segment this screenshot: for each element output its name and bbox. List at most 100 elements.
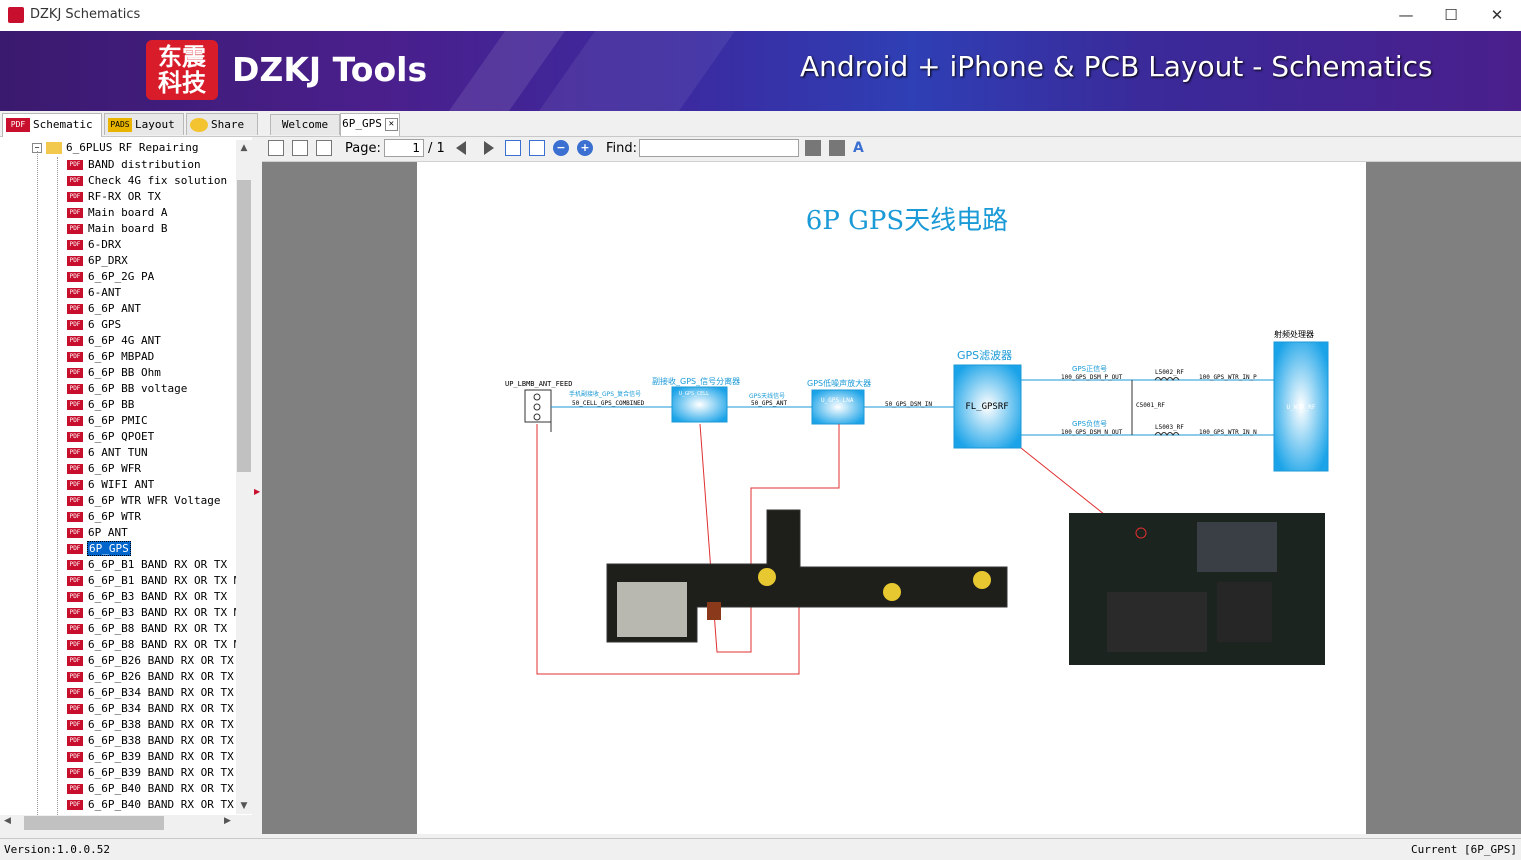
pdf-file-icon: PDF: [67, 256, 83, 266]
open-document-icon[interactable]: [268, 140, 284, 156]
tree-root-folder[interactable]: −6_6PLUS RF Repairing: [32, 141, 198, 154]
tree-item[interactable]: PDF 6_6P MBPAD: [67, 349, 155, 365]
inductor-top-label: L5002_RF: [1155, 369, 1184, 376]
tree-item[interactable]: PDF 6_6P_B39 BAND RX OR TX Ma: [67, 765, 252, 781]
document-viewer[interactable]: 6P GPS天线电路 UP_LBMB_ANT_FEED 副接收_GPS_信号分离…: [262, 162, 1521, 834]
zoom-in-icon[interactable]: +: [577, 140, 593, 156]
lna-label: GPS低噪声放大器: [807, 378, 871, 388]
tree-item[interactable]: PDF 6_6P_B34 BAND RX OR TX Ma: [67, 701, 252, 717]
tree-item[interactable]: PDF 6 ANT TUN: [67, 445, 149, 461]
tree-item[interactable]: PDF 6_6P_B26 BAND RX OR TX: [67, 653, 235, 669]
pdf-file-icon: PDF: [67, 528, 83, 538]
tree-item[interactable]: PDF 6_6P_B38 BAND RX OR TX Ma: [67, 733, 252, 749]
pdf-file-icon: PDF: [67, 704, 83, 714]
fit-width-icon[interactable]: [505, 140, 521, 156]
pdf-file-icon: PDF: [67, 464, 83, 474]
tree-item[interactable]: PDF 6_6P_2G PA: [67, 269, 155, 285]
tree-item[interactable]: PDF 6P ANT: [67, 525, 129, 541]
filter-label: GPS滤波器: [957, 349, 1012, 362]
pdf-file-icon: PDF: [67, 176, 83, 186]
copy-document-icon[interactable]: [292, 140, 308, 156]
tree-item[interactable]: PDF 6_6P_B3 BAND RX OR TX Mai: [67, 605, 252, 621]
pdf-file-icon: PDF: [67, 208, 83, 218]
pdf-file-icon: PDF: [67, 288, 83, 298]
tree-item[interactable]: PDF 6_6P_B26 BAND RX OR TX Ma: [67, 669, 252, 685]
tree-item[interactable]: PDF 6_6P_B34 BAND RX OR TX: [67, 685, 235, 701]
tab-welcome[interactable]: Welcome: [270, 114, 340, 135]
tree-item[interactable]: PDF 6 WIFI ANT: [67, 477, 155, 493]
close-tab-icon[interactable]: ✕: [384, 117, 398, 131]
minimize-button[interactable]: —: [1383, 0, 1429, 31]
tree-item[interactable]: PDF BAND distribution: [67, 157, 202, 173]
tree-item[interactable]: PDF 6_6P_B40 BAND RX OR TX Ma: [67, 797, 252, 813]
tree-item[interactable]: PDF 6_6P PMIC: [67, 413, 149, 429]
tree-item[interactable]: PDF RF-RX OR TX: [67, 189, 162, 205]
tree-item-label: 6_6P MBPAD: [88, 350, 155, 363]
close-button[interactable]: ✕: [1474, 0, 1520, 31]
tree-item[interactable]: PDF 6_6P_B3 BAND RX OR TX: [67, 589, 228, 605]
tab-6p-gps[interactable]: 6P_GPS ✕: [340, 113, 400, 136]
tree-item[interactable]: PDF 6_6P WTR WFR Voltage: [67, 493, 221, 509]
collapse-icon[interactable]: −: [32, 143, 42, 153]
page-number-input[interactable]: 1: [384, 139, 424, 157]
splitter-label: 副接收_GPS_信号分离器: [652, 376, 740, 386]
banner-tagline: Android + iPhone & PCB Layout - Schemati…: [800, 50, 1433, 83]
tree-item[interactable]: PDF 6_6P_B1 BAND RX OR TX: [67, 557, 228, 573]
scroll-thumb[interactable]: [237, 180, 251, 472]
dzkj-logo: 东震 科技: [146, 40, 218, 100]
pages-icon[interactable]: [316, 140, 332, 156]
tree-item[interactable]: PDF 6_6P BB Ohm: [67, 365, 162, 381]
tree-item[interactable]: PDF 6_6P_B8 BAND RX OR TX Mai: [67, 637, 252, 653]
previous-page-icon[interactable]: [456, 141, 466, 155]
feed-connector: [524, 389, 552, 423]
zoom-out-icon[interactable]: −: [553, 140, 569, 156]
scroll-right-icon[interactable]: ▶: [224, 816, 231, 826]
find-next-icon[interactable]: [829, 140, 845, 156]
scroll-down-icon[interactable]: ▼: [236, 798, 252, 814]
tree-item-label: RF-RX OR TX: [88, 190, 161, 203]
tree-item[interactable]: PDF 6_6P 4G ANT: [67, 333, 162, 349]
tree-item[interactable]: PDF 6_6P WFR: [67, 461, 142, 477]
panel-splitter[interactable]: ▶: [252, 137, 262, 833]
tree-item[interactable]: PDF Check 4G fix solution: [67, 173, 228, 189]
tree-item[interactable]: PDF Main board A: [67, 205, 168, 221]
pos-signal-label: GPS正信号: [1072, 364, 1107, 373]
tab-share[interactable]: Share: [186, 113, 258, 135]
pdf-file-icon: PDF: [67, 624, 83, 634]
tree-item[interactable]: PDF 6_6P BB: [67, 397, 135, 413]
scroll-up-icon[interactable]: ▲: [236, 140, 252, 156]
tree-item[interactable]: PDF 6_6P_B1 BAND RX OR TX Mai: [67, 573, 252, 589]
tree-item[interactable]: PDF 6_6P_B8 BAND RX OR TX: [67, 621, 228, 637]
find-input[interactable]: [639, 139, 799, 157]
next-page-icon[interactable]: [484, 141, 494, 155]
tree-item[interactable]: PDF 6_6P_B40 BAND RX OR TX: [67, 781, 235, 797]
tree-item-label: 6_6P_2G PA: [88, 270, 155, 283]
collapse-panel-icon[interactable]: ▶: [254, 487, 260, 496]
schematic-tree: −6_6PLUS RF Repairing PDF BAND distributi…: [0, 137, 253, 817]
tree-item[interactable]: PDF 6P_DRX: [67, 253, 129, 269]
tree-item[interactable]: PDF Main board B: [67, 221, 168, 237]
fit-page-icon[interactable]: [529, 140, 545, 156]
tree-vertical-scrollbar[interactable]: ▲ ▼: [236, 140, 252, 814]
tree-item[interactable]: PDF 6_6P BB voltage: [67, 381, 188, 397]
banner: 东震 科技 DZKJ Tools Android + iPhone & PCB …: [0, 31, 1521, 111]
tree-item[interactable]: PDF 6P_GPS: [67, 541, 131, 557]
tab-schematic[interactable]: PDF Schematic: [2, 113, 102, 137]
tree-item[interactable]: PDF 6-DRX: [67, 237, 122, 253]
tree-item[interactable]: PDF 6_6P ANT: [67, 301, 142, 317]
tree-item[interactable]: PDF 6 GPS: [67, 317, 122, 333]
tree-item[interactable]: PDF 6_6P QPOET: [67, 429, 155, 445]
tree-item[interactable]: PDF 6_6P_B38 BAND RX OR TX: [67, 717, 235, 733]
scroll-left-icon[interactable]: ◀: [4, 816, 11, 826]
hscroll-thumb[interactable]: [24, 816, 164, 830]
svg-text:U_GPS_CELL: U_GPS_CELL: [679, 391, 709, 397]
tree-item[interactable]: PDF 6_6P_B39 BAND RX OR TX: [67, 749, 235, 765]
tab-layout[interactable]: PADS Layout: [104, 113, 184, 135]
tree-item[interactable]: PDF 6_6P WTR: [67, 509, 142, 525]
tree-item[interactable]: PDF 6-ANT: [67, 285, 122, 301]
tree-horizontal-scrollbar[interactable]: ◀ ▶: [0, 815, 252, 831]
maximize-button[interactable]: ☐: [1428, 0, 1474, 31]
find-previous-icon[interactable]: [805, 140, 821, 156]
pdf-file-icon: PDF: [67, 720, 83, 730]
find-options-icon[interactable]: A: [853, 140, 869, 156]
